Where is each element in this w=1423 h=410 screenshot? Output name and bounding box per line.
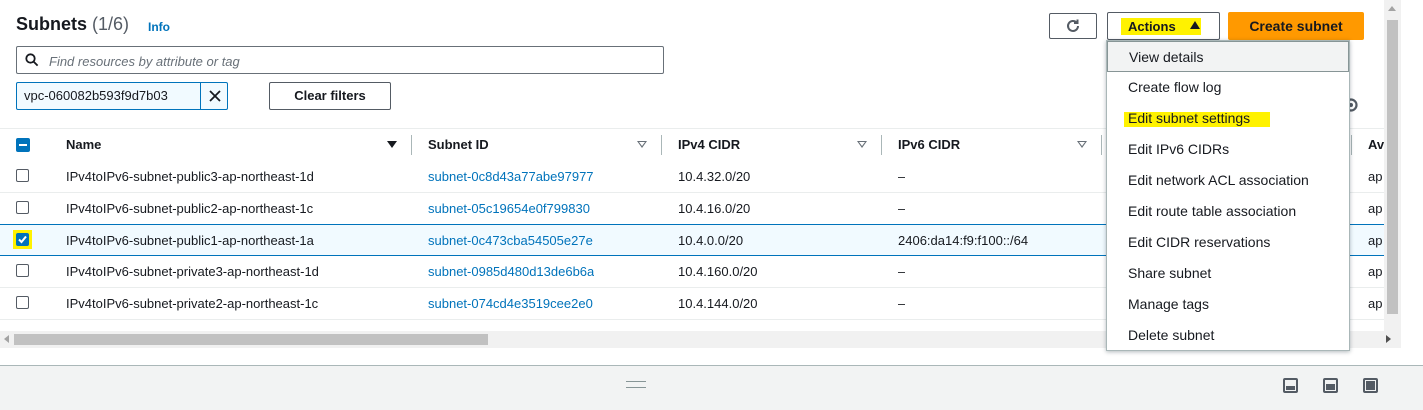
- actions-button[interactable]: Actions: [1107, 12, 1220, 40]
- sort-down-icon[interactable]: [1077, 141, 1087, 148]
- menu-item-label: Manage tags: [1128, 296, 1209, 312]
- cell-ipv4: 10.4.16.0/20: [678, 201, 751, 216]
- column-header-ipv4[interactable]: IPv4 CIDR: [678, 129, 740, 161]
- menu-item-edit-ipv6-cidrs[interactable]: Edit IPv6 CIDRs: [1107, 134, 1349, 165]
- column-divider: [1351, 135, 1352, 155]
- menu-item-label: Delete subnet: [1128, 327, 1215, 343]
- menu-item-edit-route-table[interactable]: Edit route table association: [1107, 196, 1349, 227]
- create-subnet-button[interactable]: Create subnet: [1228, 12, 1364, 40]
- cell-ipv4: 10.4.0.0/20: [678, 233, 744, 248]
- cell-ipv4: 10.4.32.0/20: [678, 169, 751, 184]
- refresh-icon: [1067, 19, 1079, 32]
- cell-subnet-id[interactable]: subnet-05c19654e0f799830: [428, 193, 590, 224]
- cell-subnet-id[interactable]: subnet-0985d480d13de6b6a: [428, 256, 594, 287]
- cell-ipv6: –: [898, 296, 906, 311]
- sort-down-icon[interactable]: [857, 141, 867, 148]
- page-title: Subnets (1/6): [16, 14, 129, 35]
- cell-ipv4: 10.4.144.0/20: [678, 296, 758, 311]
- cell-name: IPv4toIPv6-subnet-public1-ap-northeast-1…: [66, 233, 314, 248]
- cell-name: IPv4toIPv6-subnet-public3-ap-northeast-1…: [66, 169, 314, 184]
- column-header-az[interactable]: Av: [1368, 129, 1384, 161]
- menu-item-share-subnet[interactable]: Share subnet: [1107, 258, 1349, 289]
- selection-count: (1/6): [92, 14, 130, 34]
- actions-label: Actions: [1128, 19, 1176, 34]
- select-all-checkbox[interactable]: [16, 138, 30, 152]
- cell-az: ap: [1368, 296, 1383, 311]
- row-checkbox[interactable]: [16, 169, 29, 182]
- search-input[interactable]: [47, 51, 651, 71]
- page-title-text: Subnets: [16, 14, 88, 34]
- filter-token: vpc-060082b593f9d7b03: [16, 82, 228, 110]
- split-panel-bottom-icon[interactable]: [1283, 378, 1298, 393]
- menu-item-edit-subnet-settings[interactable]: Edit subnet settings: [1107, 103, 1349, 134]
- menu-item-label: Edit network ACL association: [1128, 172, 1309, 188]
- cell-subnet-id[interactable]: subnet-0c8d43a77abe97977: [428, 161, 594, 192]
- vertical-scrollbar[interactable]: [1384, 0, 1401, 348]
- refresh-button[interactable]: [1049, 13, 1097, 39]
- close-icon: [209, 90, 221, 102]
- menu-item-label: View details: [1129, 49, 1204, 65]
- menu-item-edit-cidr-reservations[interactable]: Edit CIDR reservations: [1107, 227, 1349, 258]
- vertical-scroll-thumb[interactable]: [1387, 20, 1398, 314]
- row-checkbox[interactable]: [16, 296, 29, 309]
- column-divider: [881, 135, 882, 155]
- cell-name: IPv4toIPv6-subnet-private2-ap-northeast-…: [66, 296, 319, 311]
- scroll-right-icon[interactable]: [1386, 335, 1391, 343]
- cell-subnet-id[interactable]: subnet-0c473cba54505e27e: [428, 225, 593, 256]
- menu-item-edit-network-acl[interactable]: Edit network ACL association: [1107, 165, 1349, 196]
- column-header-subnet-id[interactable]: Subnet ID: [428, 129, 489, 161]
- column-header-ipv6[interactable]: IPv6 CIDR: [898, 129, 960, 161]
- cell-az: ap: [1368, 264, 1383, 279]
- menu-item-label: Edit route table association: [1128, 203, 1297, 219]
- menu-item-label: Share subnet: [1128, 265, 1212, 281]
- search-icon: [25, 53, 39, 67]
- filter-token-label: vpc-060082b593f9d7b03: [24, 88, 168, 103]
- horizontal-scroll-thumb[interactable]: [14, 334, 488, 345]
- scroll-up-icon[interactable]: [1388, 6, 1396, 11]
- row-checkbox[interactable]: [16, 201, 29, 214]
- cell-ipv6: –: [898, 264, 906, 279]
- split-panel-full-icon[interactable]: [1363, 378, 1378, 393]
- cell-az: ap: [1368, 169, 1383, 184]
- check-icon: [18, 235, 27, 244]
- menu-item-label: Create flow log: [1128, 79, 1222, 95]
- row-checkbox[interactable]: [16, 233, 29, 246]
- column-divider: [661, 135, 662, 155]
- drag-handle-icon[interactable]: [626, 381, 646, 388]
- subnets-panel: Subnets (1/6) Info Actions Create subnet…: [0, 0, 1423, 410]
- column-divider: [1101, 135, 1102, 155]
- menu-item-create-flow-log[interactable]: Create flow log: [1107, 72, 1349, 103]
- menu-item-label: Edit subnet settings: [1128, 110, 1251, 126]
- column-header-name[interactable]: Name: [66, 129, 101, 161]
- cell-name: IPv4toIPv6-subnet-public2-ap-northeast-1…: [66, 201, 314, 216]
- menu-item-view-details[interactable]: View details: [1107, 41, 1349, 72]
- cell-az: ap: [1368, 233, 1383, 248]
- cell-ipv4: 10.4.160.0/20: [678, 264, 758, 279]
- caret-up-icon: [1190, 21, 1200, 29]
- cell-az: ap: [1368, 201, 1383, 216]
- scroll-left-icon[interactable]: [4, 335, 9, 343]
- menu-item-label: Edit CIDR reservations: [1128, 234, 1271, 250]
- menu-item-label: Edit IPv6 CIDRs: [1128, 141, 1230, 157]
- split-panel-side-icon[interactable]: [1323, 378, 1338, 393]
- cell-subnet-id[interactable]: subnet-074cd4e3519cee2e0: [428, 288, 593, 319]
- split-panel-bar: [0, 365, 1423, 410]
- cell-ipv6: –: [898, 201, 906, 216]
- cell-name: IPv4toIPv6-subnet-private3-ap-northeast-…: [66, 264, 319, 279]
- sort-down-icon[interactable]: [637, 141, 647, 148]
- sort-down-icon[interactable]: [387, 141, 397, 148]
- actions-menu: View details Create flow log Edit subnet…: [1106, 40, 1350, 351]
- remove-filter-button[interactable]: [200, 83, 229, 109]
- info-link[interactable]: Info: [148, 20, 170, 34]
- search-box[interactable]: [16, 46, 664, 74]
- menu-item-manage-tags[interactable]: Manage tags: [1107, 289, 1349, 320]
- column-divider: [411, 135, 412, 155]
- menu-item-delete-subnet[interactable]: Delete subnet: [1107, 320, 1349, 351]
- cell-ipv6: 2406:da14:f9:f100::/64: [898, 233, 1029, 248]
- cell-ipv6: –: [898, 169, 906, 184]
- row-checkbox[interactable]: [16, 264, 29, 277]
- clear-filters-button[interactable]: Clear filters: [269, 82, 391, 110]
